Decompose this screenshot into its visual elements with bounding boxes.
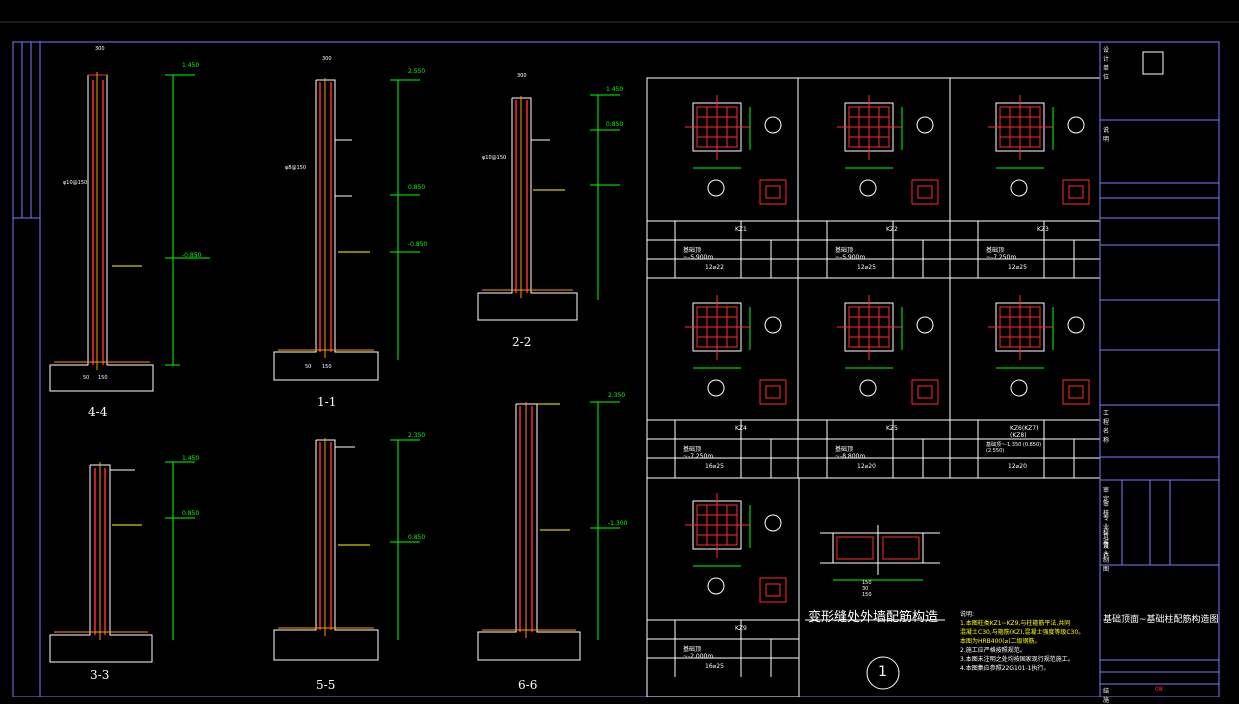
note-line: 本图为HRB400(⌀)二级钢筋。 <box>960 638 1041 645</box>
section-6-6 <box>477 401 620 661</box>
col-height: 基础顶~-8.800m <box>835 446 866 460</box>
elev-mark: 2.350 <box>608 392 626 399</box>
rebar-note: φ10@150 <box>63 180 88 186</box>
note-line: 4.本图集应参照22G101-1执行。 <box>960 665 1050 672</box>
col-rebar: 16⌀25 <box>705 663 724 670</box>
dim-label: 300 <box>95 46 105 52</box>
project-label: 工程名称 <box>1103 410 1110 444</box>
elev-mark: 1.450 <box>182 455 200 462</box>
col-id: KZ6(KZ7)(KZ8) <box>1010 425 1039 439</box>
section-1-1 <box>273 78 420 381</box>
col-height: 基础顶~-2.000m <box>683 646 714 660</box>
rebar-note: φ8@150 <box>285 165 307 171</box>
note-line: 1.本图柱类KZ1~KZ9,与柱箍筋平法,共同 <box>960 620 1071 627</box>
section-label-4-4: 4-4 <box>88 405 108 419</box>
col-id: KZ3 <box>1037 226 1049 233</box>
col-id: KZ4 <box>735 425 747 432</box>
section-label-1-1: 1-1 <box>317 395 337 409</box>
col-height: 基础顶~-7.250m <box>986 247 1017 261</box>
elev-mark: 2.550 <box>408 68 426 75</box>
elev-mark: 0.850 <box>408 184 426 191</box>
col-rebar: 12⌀22 <box>705 264 724 271</box>
col-id: KZ2 <box>886 226 898 233</box>
col-rebar: 12⌀20 <box>857 463 876 470</box>
elev-mark: 2.350 <box>408 432 426 439</box>
elev-mark: 1.450 <box>182 62 200 69</box>
elev-mark: -1.300 <box>608 520 628 527</box>
col-rebar: 12⌀20 <box>1008 463 1027 470</box>
section-3-3 <box>49 461 195 663</box>
section-4-4 <box>49 72 210 392</box>
dim-label: 300 <box>322 56 332 62</box>
dim-label: 150 <box>98 375 108 381</box>
note-line: 2.施工应严格按照规范。 <box>960 647 1026 654</box>
rebar-note: φ10@150 <box>482 155 507 161</box>
joint-title: 变形缝处外墙配筋构造 <box>808 610 939 625</box>
elev-mark: 1.450 <box>606 86 624 93</box>
elev-mark: 0.850 <box>606 121 624 128</box>
elev-mark: 0.850 <box>408 534 426 541</box>
title-block <box>1099 41 1220 697</box>
col-rebar: 12⌀25 <box>857 264 876 271</box>
design-unit-label: 设计单位 <box>1103 47 1110 81</box>
col-height: 基础顶~-5.900m <box>683 247 714 261</box>
note-line: 混凝土C30,与箍筋(KZ),混凝土强度等级C30。 <box>960 629 1085 636</box>
tb-row: 制图 <box>1103 557 1110 573</box>
col-id: KZ9 <box>735 625 747 632</box>
section-label-6-6: 6-6 <box>518 678 538 692</box>
sheet-label: 结施 <box>1103 688 1110 704</box>
elev-mark: 0.850 <box>182 510 200 517</box>
column-sections <box>684 94 1090 603</box>
col-height: 基础顶~-7.250m <box>683 446 714 460</box>
dim-label: 50 <box>305 364 312 370</box>
section-label-2-2: 2-2 <box>512 335 532 349</box>
col-height: 基础顶~-5.900m <box>835 247 866 261</box>
dim-label: 300 <box>517 73 527 79</box>
col-id: KZ1 <box>735 226 747 233</box>
elev-mark: -0.850 <box>182 252 202 259</box>
section-2-2 <box>477 94 620 321</box>
note-line: 3.本图未注明之处均按国家现行规范施工。 <box>960 656 1074 663</box>
col-rebar: 12⌀25 <box>1008 264 1027 271</box>
drawing-canvas <box>0 21 1239 697</box>
notes-title: 说明: <box>960 611 975 618</box>
inner-frame <box>39 41 1220 697</box>
col-rebar: 16⌀25 <box>705 463 724 470</box>
detail-circle-number: 1 <box>878 664 887 680</box>
notes-head: 说明 <box>1103 127 1110 143</box>
notes-block: 说明: 1.本图柱类KZ1~KZ9,与柱箍筋平法,共同 混凝土C30,与箍筋(K… <box>960 610 1084 673</box>
outer-frame <box>12 41 1220 697</box>
section-label-3-3: 3-3 <box>90 668 110 682</box>
dim-label: 150 30 150 <box>862 580 872 598</box>
dim-label: 150 <box>322 364 332 370</box>
section-label-5-5: 5-5 <box>316 678 336 692</box>
elev-mark: -0.850 <box>408 241 428 248</box>
drawing-title: 基础顶面~基础柱配筋构造图 <box>1103 615 1219 625</box>
col-id: KZ5 <box>886 425 898 432</box>
section-5-5 <box>273 438 420 661</box>
col-height: 基础顶~-1.350 (0.850)(2.550) <box>986 442 1042 454</box>
sheet-number: 08 <box>1155 686 1163 693</box>
column-table-grid <box>646 77 1101 697</box>
dim-label: 50 <box>83 375 90 381</box>
